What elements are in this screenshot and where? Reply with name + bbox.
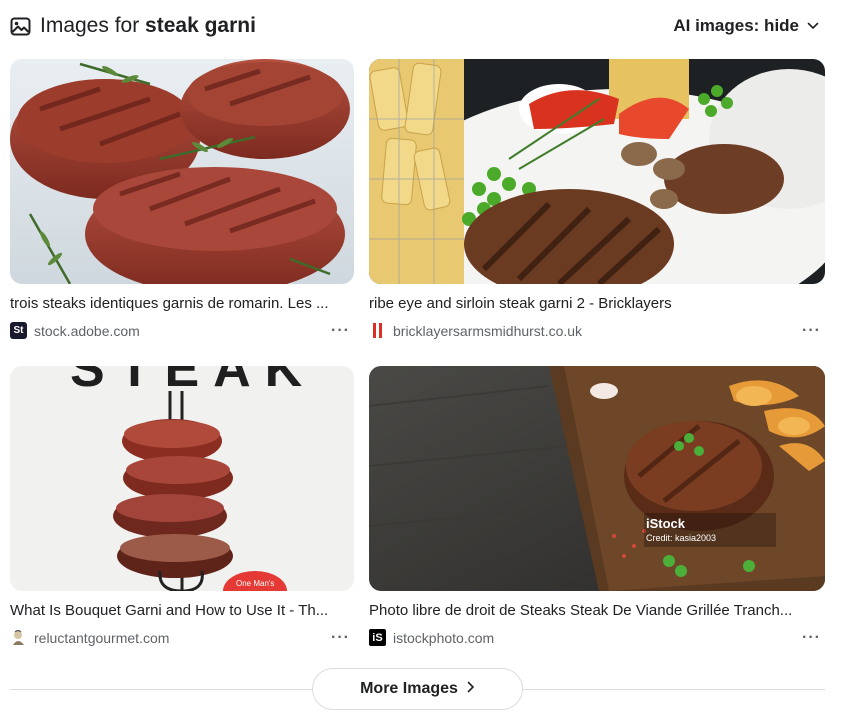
- result-source[interactable]: St stock.adobe.com: [10, 322, 140, 339]
- source-domain: bricklayersarmsmidhurst.co.uk: [393, 322, 583, 339]
- badge-text: One Man's: [236, 579, 274, 588]
- result-thumbnail[interactable]: STEAK One Man's: [10, 366, 354, 591]
- image-steak-text: STEAK: [70, 366, 316, 398]
- istock-icon: iS: [369, 629, 386, 646]
- divider: [523, 689, 825, 690]
- images-header: Images for steak garni AI images: hide: [10, 9, 825, 43]
- result-caption[interactable]: What Is Bouquet Garni and How to Use It …: [10, 602, 354, 619]
- chevron-right-icon: [467, 680, 475, 698]
- image-result-card[interactable]: ribe eye and sirloin steak garni 2 - Bri…: [369, 59, 825, 349]
- divider: [10, 689, 312, 690]
- favicon-text: iS: [372, 631, 383, 644]
- ai-images-label: AI images: hide: [673, 16, 799, 35]
- image-gallery-icon: [10, 17, 31, 36]
- result-caption[interactable]: trois steaks identiques garnis de romari…: [10, 295, 354, 312]
- result-source[interactable]: iS istockphoto.com: [369, 629, 494, 646]
- adobe-stock-icon: St: [10, 322, 27, 339]
- ai-images-toggle[interactable]: AI images: hide: [673, 16, 819, 36]
- page-title: Images for steak garni: [40, 14, 256, 38]
- result-thumbnail[interactable]: [10, 59, 354, 284]
- more-images-button[interactable]: More Images: [312, 668, 523, 710]
- credit-text: Credit: kasia2003: [646, 533, 716, 543]
- chevron-down-icon: [807, 22, 819, 30]
- result-thumbnail[interactable]: iStock Credit: kasia2003: [369, 366, 825, 591]
- result-source[interactable]: bricklayersarmsmidhurst.co.uk: [369, 322, 582, 339]
- image-result-card[interactable]: iStock Credit: kasia2003 Photo libre de …: [369, 366, 825, 656]
- more-images-label: More Images: [360, 680, 458, 697]
- result-source[interactable]: reluctantgourmet.com: [10, 629, 169, 646]
- image-result-card[interactable]: trois steaks identiques garnis de romari…: [10, 59, 354, 349]
- istock-watermark: iStock: [646, 516, 686, 531]
- more-options-button[interactable]: ···: [331, 322, 350, 340]
- bricklayers-icon: [369, 322, 386, 339]
- favicon-text: St: [13, 325, 24, 336]
- result-caption[interactable]: Photo libre de droit de Steaks Steak De …: [369, 602, 825, 619]
- more-options-button[interactable]: ···: [802, 629, 821, 647]
- reluctant-gourmet-icon: [10, 629, 27, 646]
- source-domain: stock.adobe.com: [34, 322, 140, 339]
- title-prefix: Images for: [40, 14, 146, 37]
- image-result-card[interactable]: STEAK One Man's What Is Bouquet Garni an…: [10, 366, 354, 656]
- result-thumbnail[interactable]: [369, 59, 825, 284]
- header-title-group: Images for steak garni: [10, 14, 256, 38]
- search-query: steak garni: [145, 14, 256, 37]
- result-caption[interactable]: ribe eye and sirloin steak garni 2 - Bri…: [369, 295, 825, 312]
- source-domain: istockphoto.com: [393, 629, 495, 646]
- source-domain: reluctantgourmet.com: [34, 629, 170, 646]
- more-options-button[interactable]: ···: [802, 322, 821, 340]
- more-options-button[interactable]: ···: [331, 629, 350, 647]
